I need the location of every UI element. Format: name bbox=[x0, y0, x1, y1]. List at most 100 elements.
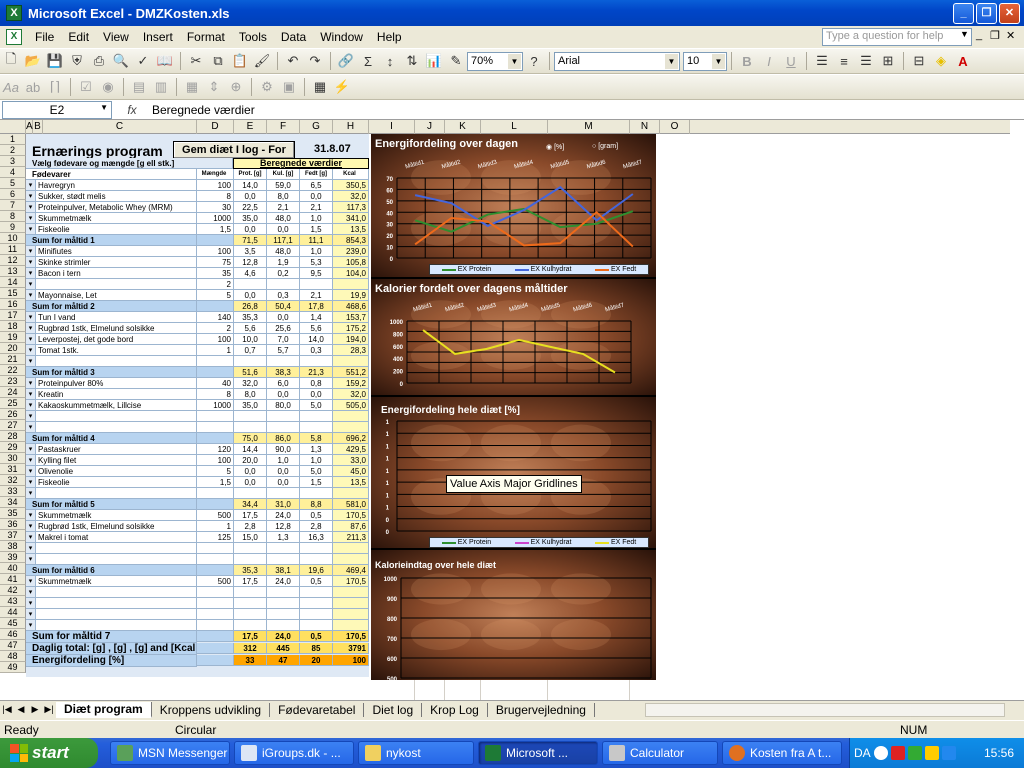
chart-energy-over-day[interactable]: 70 60 50 40 30 20 10 0 Måltid1 Måltid2 Måltid3 Målt… bbox=[371, 134, 656, 279]
row-header[interactable]: 17 bbox=[0, 310, 26, 321]
tab-body-log[interactable]: Krop Log bbox=[422, 702, 488, 717]
column-header[interactable]: N bbox=[630, 120, 660, 134]
minimize-button[interactable]: _ bbox=[953, 3, 974, 24]
row-header[interactable]: 3 bbox=[0, 156, 26, 167]
cell-food[interactable]: Fiskeolie bbox=[36, 477, 197, 488]
doc-restore-button[interactable]: ❐ bbox=[990, 29, 1000, 42]
help-search-input[interactable]: Type a question for help bbox=[822, 28, 972, 46]
tab-user-guide[interactable]: Brugervejledning bbox=[488, 702, 595, 717]
checkbox-tool-icon[interactable]: ☑ bbox=[76, 77, 96, 97]
row-header[interactable]: 25 bbox=[0, 398, 26, 409]
cell-amount[interactable] bbox=[197, 598, 234, 609]
percent-radio[interactable]: ◉ [%] bbox=[546, 143, 564, 151]
cell-amount[interactable]: 140 bbox=[197, 312, 234, 323]
food-dropdown-icon[interactable]: ▾ bbox=[26, 521, 36, 532]
cell-food[interactable]: Makrel i tomat bbox=[36, 532, 197, 543]
menu-tools[interactable]: Tools bbox=[232, 30, 274, 44]
cell-amount[interactable]: 120 bbox=[197, 444, 234, 455]
tab-food-table[interactable]: Fødevaretabel bbox=[270, 702, 365, 717]
print-preview-icon[interactable]: 🔍 bbox=[111, 51, 131, 71]
row-header[interactable]: 2 bbox=[0, 145, 26, 156]
row-header[interactable]: 6 bbox=[0, 189, 26, 200]
cell-food[interactable]: Fiskeolie bbox=[36, 224, 197, 235]
row-header[interactable]: 19 bbox=[0, 332, 26, 343]
cell-amount[interactable]: 2 bbox=[197, 323, 234, 334]
open-icon[interactable]: 📂 bbox=[23, 51, 43, 71]
food-dropdown-icon[interactable]: ▾ bbox=[26, 455, 36, 466]
cell-food[interactable]: Skinke strimler bbox=[36, 257, 197, 268]
food-dropdown-icon[interactable]: ▾ bbox=[26, 543, 36, 554]
row-header[interactable]: 39 bbox=[0, 552, 26, 563]
row-header[interactable]: 41 bbox=[0, 574, 26, 585]
cell-amount[interactable]: 100 bbox=[197, 246, 234, 257]
cell-food[interactable]: Olivenolie bbox=[36, 466, 197, 477]
row-header[interactable]: 37 bbox=[0, 530, 26, 541]
groupbox-tool-icon[interactable]: ⌈⌉ bbox=[45, 77, 65, 97]
redo-icon[interactable]: ↷ bbox=[305, 51, 325, 71]
cell-amount[interactable] bbox=[197, 411, 234, 422]
combobox-tool-icon[interactable]: ▥ bbox=[151, 77, 171, 97]
autosum-icon[interactable]: Σ bbox=[358, 51, 378, 71]
cell-food[interactable]: Rugbrød 1stk, Elmelund solsikke bbox=[36, 521, 197, 532]
cell-food[interactable]: Proteinpulver 80% bbox=[36, 378, 197, 389]
save-icon[interactable]: 💾 bbox=[45, 51, 65, 71]
task-nykost[interactable]: nykost bbox=[358, 741, 474, 765]
row-header[interactable]: 40 bbox=[0, 563, 26, 574]
menu-format[interactable]: Format bbox=[180, 30, 232, 44]
cell-food[interactable]: Havregryn bbox=[36, 180, 197, 191]
doc-close-button[interactable]: ✕ bbox=[1006, 29, 1015, 42]
prev-sheet-arrow-icon[interactable]: ◀ bbox=[14, 704, 28, 715]
row-header[interactable]: 38 bbox=[0, 541, 26, 552]
research-icon[interactable]: 📖 bbox=[155, 51, 175, 71]
run-dialog-icon[interactable]: ⚡ bbox=[332, 77, 352, 97]
sort-desc-icon[interactable]: ⇅ bbox=[402, 51, 422, 71]
food-dropdown-icon[interactable]: ▾ bbox=[26, 180, 36, 191]
column-header[interactable]: H bbox=[333, 120, 369, 134]
name-box[interactable]: E2 ▼ bbox=[2, 100, 112, 119]
cell-food[interactable]: Pastaskruer bbox=[36, 444, 197, 455]
cell-food[interactable] bbox=[36, 422, 197, 433]
first-sheet-arrow-icon[interactable]: |◀ bbox=[0, 704, 14, 715]
row-header[interactable]: 48 bbox=[0, 651, 26, 662]
merge-center-icon[interactable]: ⊞ bbox=[878, 51, 898, 71]
next-sheet-arrow-icon[interactable]: ▶ bbox=[28, 704, 42, 715]
align-center-icon[interactable]: ≡ bbox=[834, 51, 854, 71]
gram-radio[interactable]: ○ [gram] bbox=[592, 143, 618, 150]
row-header[interactable]: 13 bbox=[0, 266, 26, 277]
food-dropdown-icon[interactable]: ▾ bbox=[26, 510, 36, 521]
cell-amount[interactable]: 1000 bbox=[197, 213, 234, 224]
font-select[interactable]: Arial ▼ bbox=[554, 51, 680, 71]
cell-amount[interactable] bbox=[197, 609, 234, 620]
food-dropdown-icon[interactable]: ▾ bbox=[26, 422, 36, 433]
food-dropdown-icon[interactable]: ▾ bbox=[26, 213, 36, 224]
cell-amount[interactable]: 1,5 bbox=[197, 477, 234, 488]
calculated-values-cell[interactable]: Beregnede værdier bbox=[233, 158, 369, 169]
row-header[interactable]: 43 bbox=[0, 596, 26, 607]
spinner-tool-icon[interactable]: ⊕ bbox=[226, 77, 246, 97]
cell-amount[interactable] bbox=[197, 543, 234, 554]
row-header[interactable]: 32 bbox=[0, 475, 26, 486]
column-header[interactable]: M bbox=[548, 120, 630, 134]
row-header[interactable]: 30 bbox=[0, 453, 26, 464]
cell-food[interactable]: Tun I vand bbox=[36, 312, 197, 323]
bold-button[interactable]: B bbox=[737, 51, 757, 71]
tab-diet-program[interactable]: Diæt program bbox=[56, 701, 152, 718]
cell-amount[interactable]: 8 bbox=[197, 191, 234, 202]
food-dropdown-icon[interactable]: ▾ bbox=[26, 345, 36, 356]
cell-amount[interactable]: 1 bbox=[197, 521, 234, 532]
row-header[interactable]: 34 bbox=[0, 497, 26, 508]
chart-energy-whole-diet[interactable]: 1111111100 Energifordeling hele diæt [%]… bbox=[371, 397, 656, 550]
cell-amount[interactable]: 1,5 bbox=[197, 224, 234, 235]
drawing-icon[interactable]: ✎ bbox=[446, 51, 466, 71]
food-dropdown-icon[interactable]: ▾ bbox=[26, 587, 36, 598]
align-left-icon[interactable]: ☰ bbox=[812, 51, 832, 71]
cell-food[interactable]: Tomat 1stk. bbox=[36, 345, 197, 356]
food-dropdown-icon[interactable]: ▾ bbox=[26, 400, 36, 411]
tray-network-icon[interactable] bbox=[941, 746, 956, 760]
listbox-tool-icon[interactable]: ▤ bbox=[129, 77, 149, 97]
food-dropdown-icon[interactable]: ▾ bbox=[26, 411, 36, 422]
column-header[interactable]: F bbox=[267, 120, 300, 134]
cell-amount[interactable]: 40 bbox=[197, 378, 234, 389]
cell-food[interactable] bbox=[36, 488, 197, 499]
column-header[interactable]: D bbox=[197, 120, 234, 134]
